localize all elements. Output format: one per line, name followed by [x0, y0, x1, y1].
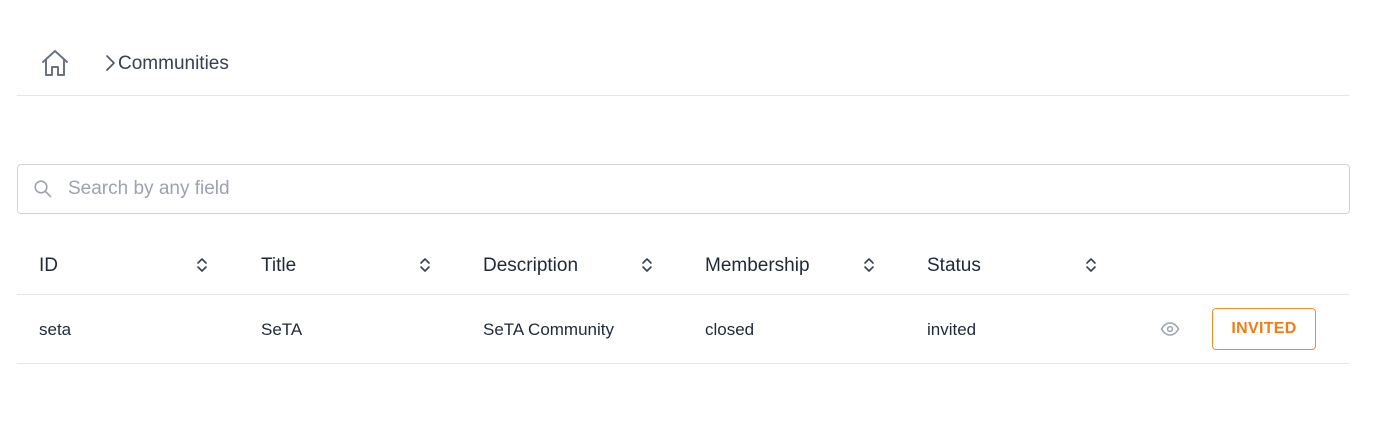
cell-text: closed	[705, 320, 755, 339]
sort-icon[interactable]	[195, 255, 209, 275]
cell-description: SeTA Community	[461, 295, 683, 363]
column-header-label: Status	[927, 255, 981, 276]
sort-icon[interactable]	[862, 255, 876, 275]
home-icon[interactable]	[40, 48, 70, 78]
eye-icon[interactable]	[1160, 320, 1180, 338]
cell-text: invited	[927, 320, 977, 339]
cell-text: SeTA	[261, 320, 303, 339]
cell-membership: closed	[683, 295, 905, 363]
column-header-label: Membership	[705, 255, 810, 276]
search-icon	[34, 180, 52, 198]
sort-icon[interactable]	[1084, 255, 1098, 275]
breadcrumb: Communities	[17, 40, 1350, 96]
column-header-membership[interactable]: Membership	[683, 238, 905, 294]
column-header-id[interactable]: ID	[17, 238, 239, 294]
sort-icon[interactable]	[640, 255, 654, 275]
cell-status: invited	[905, 295, 1127, 363]
chevron-right-icon	[106, 55, 115, 71]
cell-text: SeTA Community	[483, 320, 615, 339]
cell-text: seta	[39, 320, 72, 339]
breadcrumb-current: Communities	[118, 53, 229, 74]
sort-icon[interactable]	[418, 255, 432, 275]
cell-id: seta	[17, 295, 239, 363]
column-header-title[interactable]: Title	[239, 238, 461, 294]
search-input[interactable]	[68, 165, 1328, 213]
column-header-description[interactable]: Description	[461, 238, 683, 294]
table-header: ID Title Description Membership Status	[17, 238, 1350, 295]
column-header-label: ID	[39, 255, 58, 276]
communities-table: ID Title Description Membership Status s…	[17, 238, 1350, 364]
column-header-label: Title	[261, 255, 297, 276]
invited-button[interactable]: INVITED	[1212, 308, 1316, 350]
column-header-label: Description	[483, 255, 579, 276]
search-box	[17, 164, 1350, 214]
cell-title: SeTA	[239, 295, 461, 363]
table-row: seta SeTA SeTA Community closed invited …	[17, 295, 1350, 364]
column-header-status[interactable]: Status	[905, 238, 1127, 294]
